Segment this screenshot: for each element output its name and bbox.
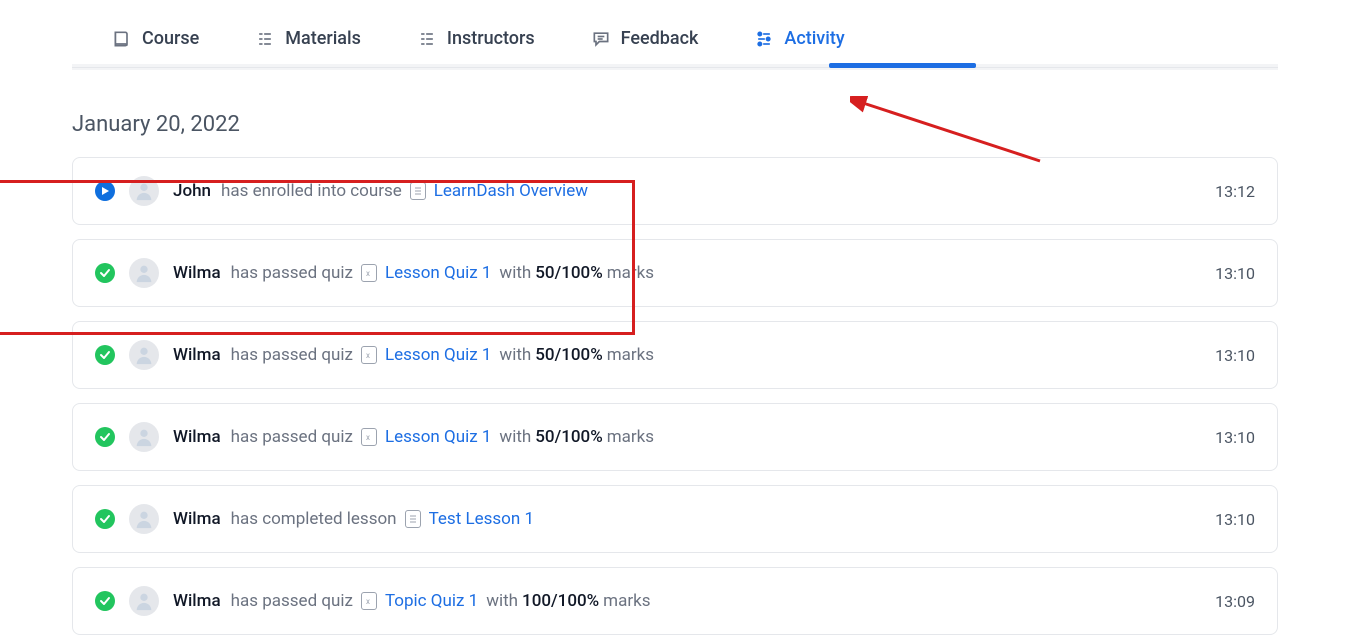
tab-materials[interactable]: Materials [255, 28, 361, 49]
chat-icon [591, 29, 611, 49]
user-name: Wilma [173, 427, 221, 447]
action-text: has enrolled into course [221, 181, 402, 201]
user-name: Wilma [173, 509, 221, 529]
svg-text:x: x [366, 351, 370, 360]
date-header: January 20, 2022 [72, 112, 1278, 137]
activity-time: 13:12 [1215, 182, 1255, 201]
list-icon [255, 29, 275, 49]
with-text: with [499, 263, 531, 283]
tab-label: Instructors [447, 28, 535, 49]
score-text: 50/100% [535, 263, 602, 283]
sliders-icon [754, 29, 774, 49]
user-name: Wilma [173, 345, 221, 365]
activity-link[interactable]: Lesson Quiz 1 [385, 263, 491, 283]
activity-row: John has enrolled into course LearnDash Ov… [72, 157, 1278, 225]
activity-row: Wilma has completed lesson Test Lesson 1 13… [72, 485, 1278, 553]
activity-row: Wilma has passed quiz x Lesson Quiz 1 with50… [72, 321, 1278, 389]
activity-link[interactable]: Lesson Quiz 1 [385, 427, 491, 447]
activity-link[interactable]: Lesson Quiz 1 [385, 345, 491, 365]
svg-text:x: x [366, 433, 370, 442]
quiz-icon: x [361, 346, 377, 364]
tabs-bar: Course Materials Instructors [72, 0, 1278, 68]
page-container: Course Materials Instructors [0, 0, 1350, 635]
activity-time: 13:10 [1215, 346, 1255, 365]
with-text: with [499, 345, 531, 365]
activity-link[interactable]: Topic Quiz 1 [385, 591, 478, 611]
activity-link[interactable]: LearnDash Overview [434, 181, 588, 201]
tab-instructors[interactable]: Instructors [417, 28, 535, 49]
tab-feedback[interactable]: Feedback [591, 28, 699, 49]
action-text: has passed quiz [231, 427, 353, 447]
check-icon [95, 591, 115, 611]
tab-label: Materials [285, 28, 361, 49]
action-text: has passed quiz [231, 345, 353, 365]
tab-activity[interactable]: Activity [754, 28, 844, 49]
check-icon [95, 509, 115, 529]
active-tab-underline [829, 63, 976, 68]
activity-time: 13:10 [1215, 264, 1255, 283]
marks-text: marks [607, 427, 654, 447]
tab-label: Feedback [621, 28, 699, 49]
tab-label: Course [142, 28, 199, 49]
document-icon [410, 182, 426, 200]
marks-text: marks [607, 263, 654, 283]
avatar [129, 504, 159, 534]
activity-row: Wilma has passed quiz x Lesson Quiz 1 with50… [72, 239, 1278, 307]
with-text: with [499, 427, 531, 447]
check-icon [95, 263, 115, 283]
play-icon [95, 181, 115, 201]
action-text: has passed quiz [231, 591, 353, 611]
action-text: has completed lesson [231, 509, 397, 529]
tabs-divider [72, 64, 1278, 70]
tab-course[interactable]: Course [112, 28, 199, 49]
activity-row: Wilma has passed quiz x Topic Quiz 1 with100… [72, 567, 1278, 635]
avatar [129, 340, 159, 370]
marks-text: marks [603, 591, 650, 611]
score-text: 100/100% [522, 591, 599, 611]
score-text: 50/100% [535, 427, 602, 447]
activity-link[interactable]: Test Lesson 1 [429, 509, 534, 529]
tab-label: Activity [784, 28, 844, 49]
quiz-icon: x [361, 428, 377, 446]
avatar [129, 422, 159, 452]
book-icon [112, 29, 132, 49]
score-text: 50/100% [535, 345, 602, 365]
document-icon [405, 510, 421, 528]
user-name: John [173, 181, 211, 201]
activity-list: John has enrolled into course LearnDash Ov… [72, 157, 1278, 635]
avatar [129, 176, 159, 206]
marks-text: marks [607, 345, 654, 365]
svg-text:x: x [366, 597, 370, 606]
quiz-icon: x [361, 592, 377, 610]
avatar [129, 586, 159, 616]
annotation-arrow-icon [0, 345, 25, 475]
activity-row: Wilma has passed quiz x Lesson Quiz 1 with50… [72, 403, 1278, 471]
check-icon [95, 345, 115, 365]
avatar [129, 258, 159, 288]
with-text: with [486, 591, 518, 611]
action-text: has passed quiz [231, 263, 353, 283]
activity-time: 13:10 [1215, 510, 1255, 529]
user-name: Wilma [173, 263, 221, 283]
quiz-icon: x [361, 264, 377, 282]
svg-text:x: x [366, 269, 370, 278]
list-icon [417, 29, 437, 49]
user-name: Wilma [173, 591, 221, 611]
check-icon [95, 427, 115, 447]
activity-time: 13:10 [1215, 428, 1255, 447]
activity-time: 13:09 [1215, 592, 1255, 611]
